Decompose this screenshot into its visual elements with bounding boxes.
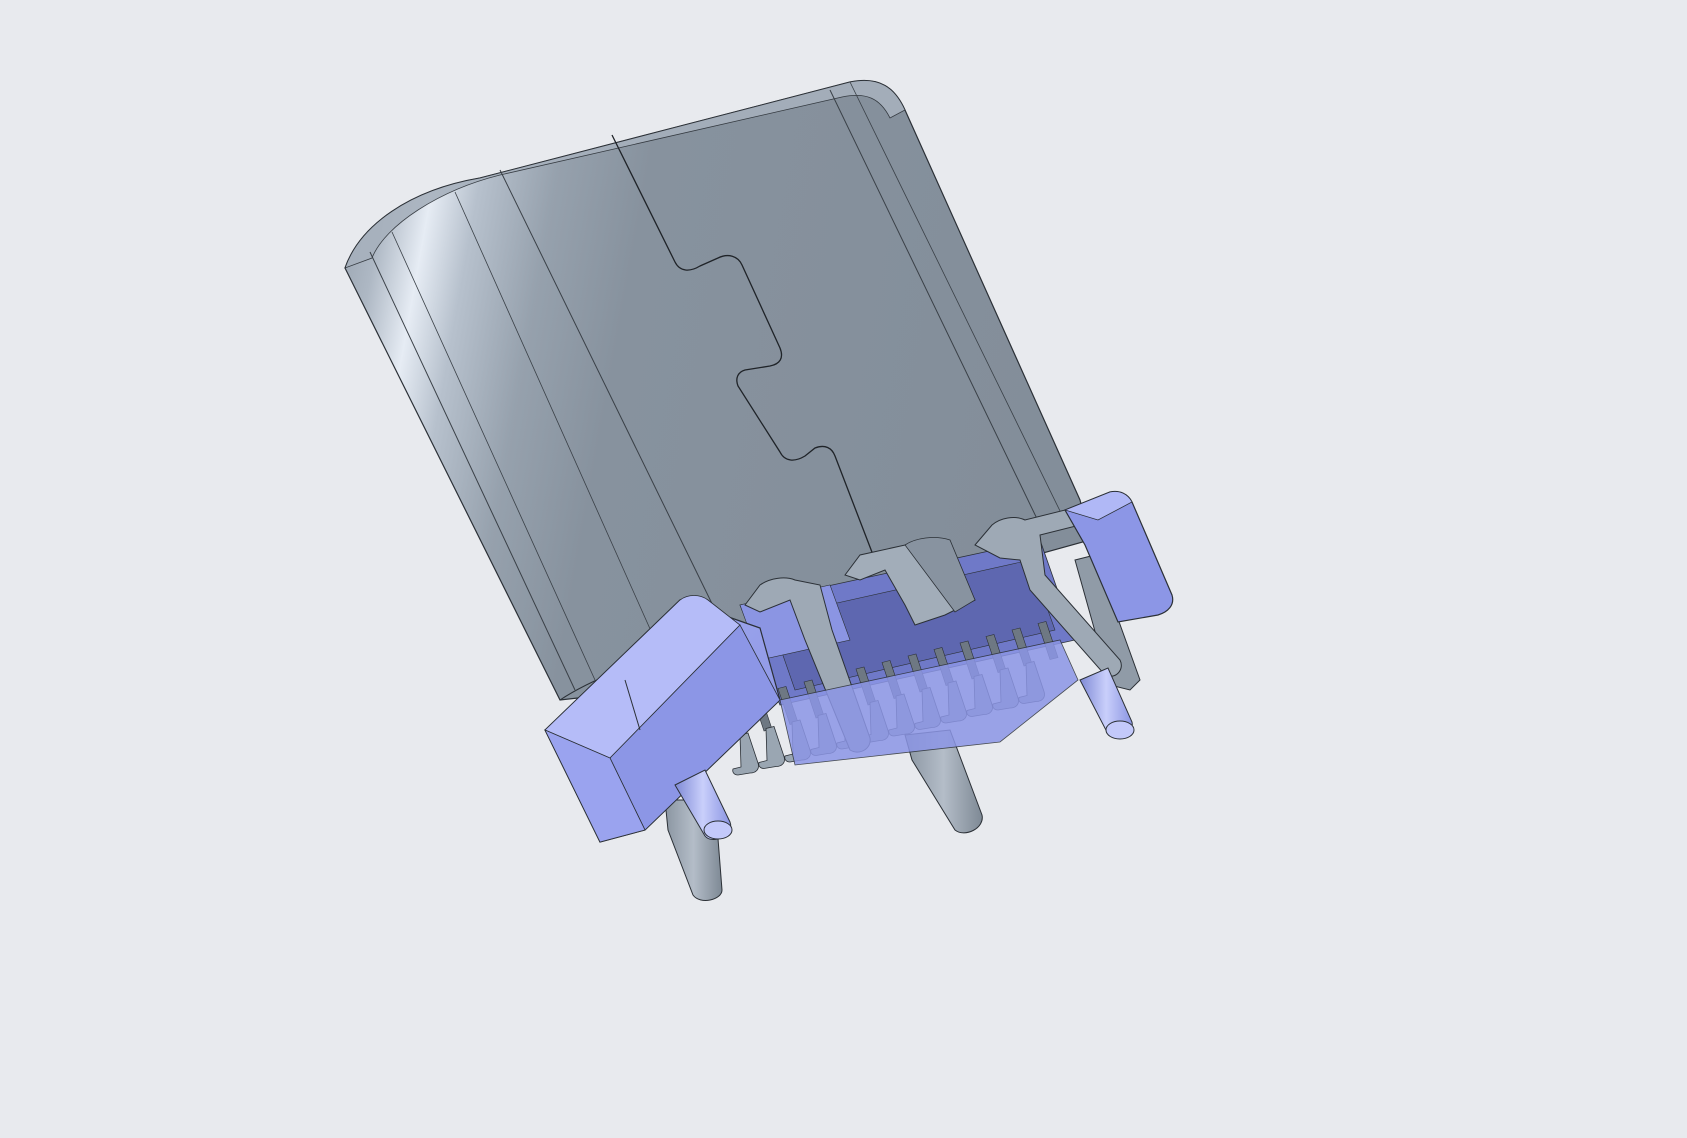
signal-pin [758,726,785,769]
housing-right-block [1063,490,1174,623]
usb-c-connector-model [344,79,1174,901]
cad-viewport[interactable] [0,0,1687,1138]
